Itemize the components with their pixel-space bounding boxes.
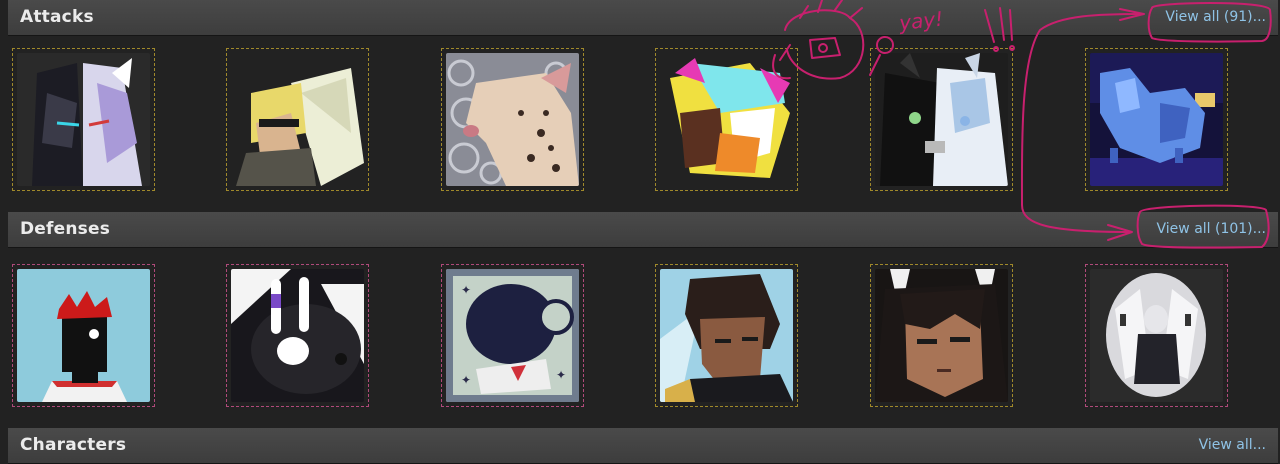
- defense-thumbnail-6[interactable]: [1085, 264, 1228, 407]
- defenses-header: Defenses View all (101)...: [8, 212, 1278, 248]
- attack-thumbnail-2[interactable]: [226, 48, 369, 191]
- svg-text:✦: ✦: [556, 368, 566, 382]
- attack-thumbnail-6[interactable]: [1085, 48, 1228, 191]
- defense-thumbnail-2[interactable]: [226, 264, 369, 407]
- attack-thumbnail-5[interactable]: [870, 48, 1013, 191]
- characters-header: Characters View all...: [8, 428, 1278, 464]
- attack-thumbnail-3[interactable]: [441, 48, 584, 191]
- svg-text:✦: ✦: [461, 283, 471, 297]
- defense-thumbnail-3[interactable]: ✦ ✦ ✦: [441, 264, 584, 407]
- defenses-title: Defenses: [20, 219, 111, 239]
- attacks-title: Attacks: [20, 7, 94, 27]
- svg-text:✦: ✦: [461, 373, 471, 387]
- defense-thumbnail-1[interactable]: [12, 264, 155, 407]
- defenses-view-all-link[interactable]: View all (101)...: [1157, 221, 1266, 237]
- characters-view-all-link[interactable]: View all...: [1199, 437, 1266, 453]
- attack-thumbnail-1[interactable]: [12, 48, 155, 191]
- attack-thumbnail-4[interactable]: [655, 48, 798, 191]
- defense-thumbnail-5[interactable]: [870, 264, 1013, 407]
- attacks-header: Attacks View all (91)...: [8, 0, 1278, 36]
- defense-thumbnail-4[interactable]: [655, 264, 798, 407]
- characters-title: Characters: [20, 435, 127, 455]
- attacks-view-all-link[interactable]: View all (91)...: [1165, 9, 1266, 25]
